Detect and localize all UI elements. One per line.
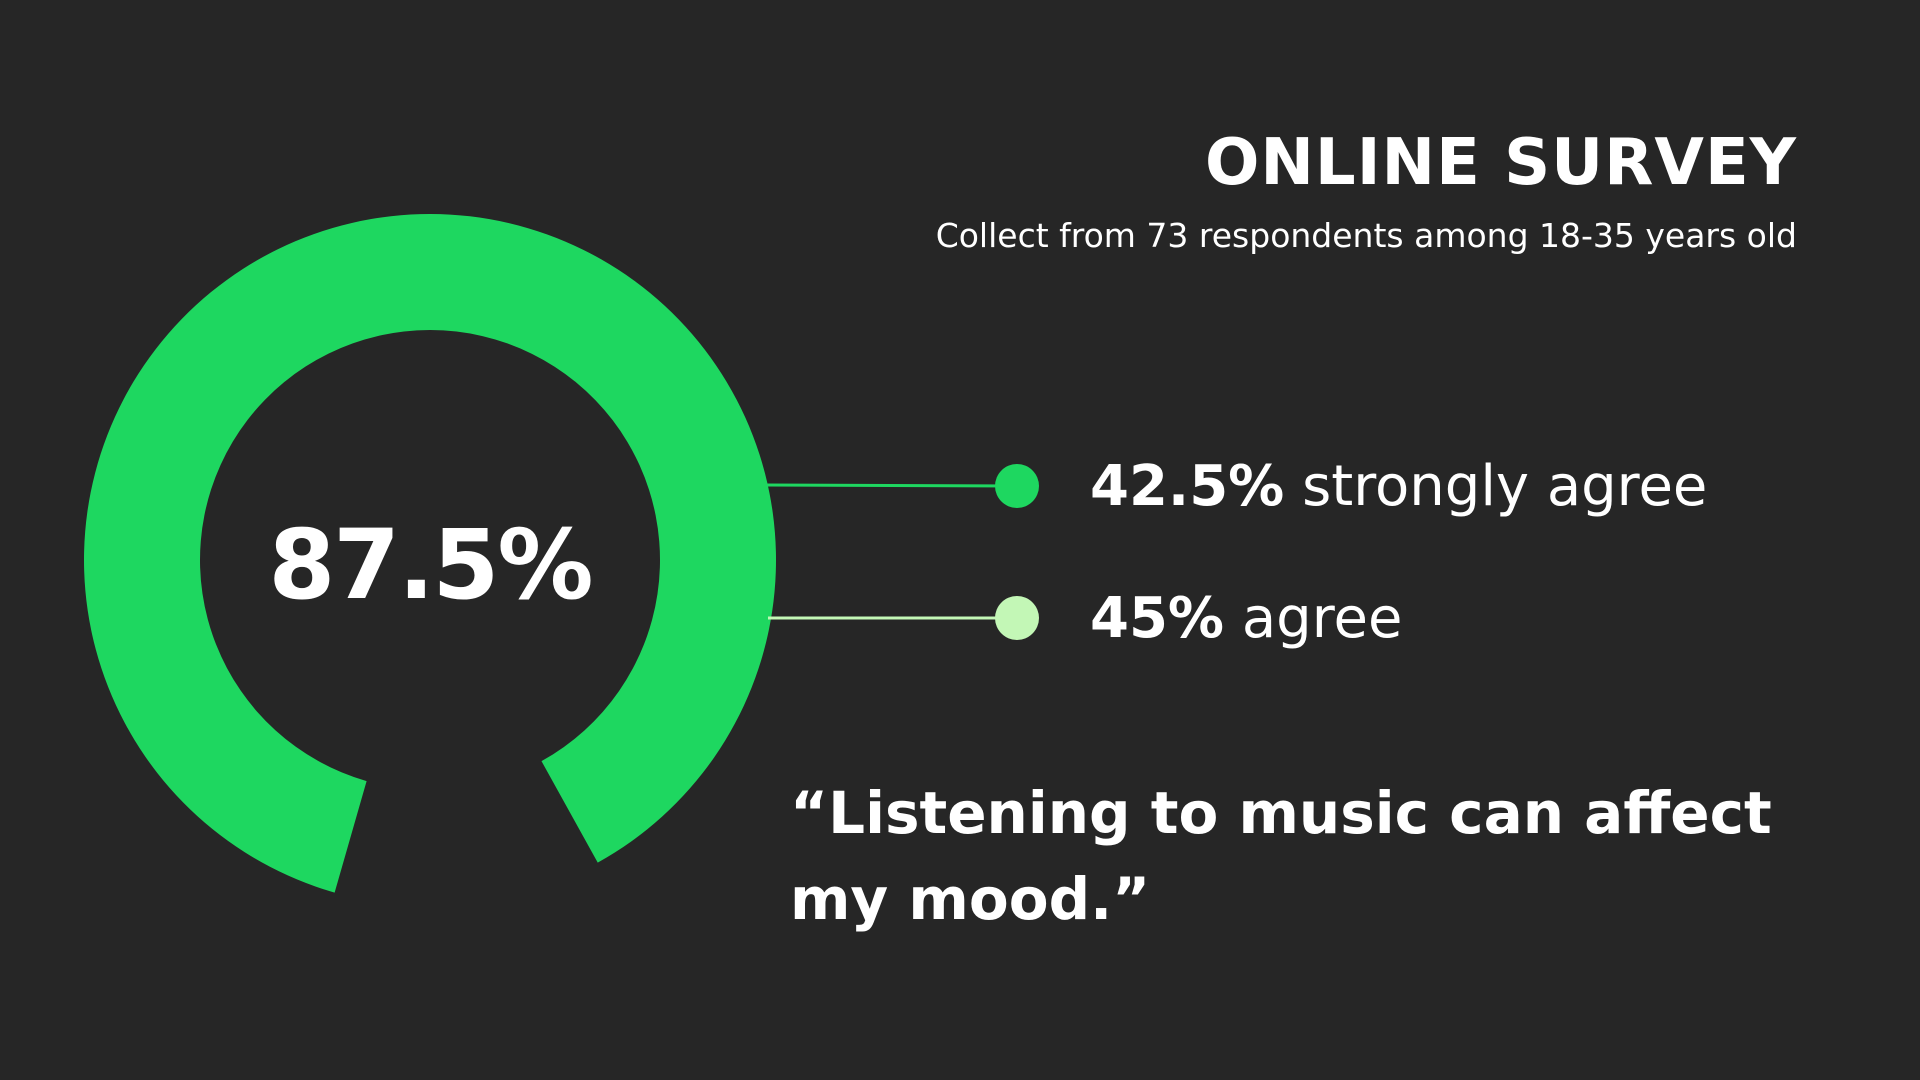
donut-center-value: 87.5%	[268, 509, 593, 621]
legend-label: agree	[1241, 586, 1403, 651]
legend-dot-agree	[995, 596, 1039, 640]
page-subtitle: Collect from 73 respondents among 18-35 …	[935, 216, 1797, 255]
legend-dot-strongly-agree	[995, 464, 1039, 508]
legend-item-strongly-agree: 42.5% strongly agree	[1090, 447, 1707, 527]
legend-value: 42.5%	[1090, 454, 1285, 519]
legend-label: strongly agree	[1302, 454, 1708, 519]
leader-line-strongly-agree	[765, 483, 1018, 488]
survey-quote: “Listening to music can affect my mood.”	[790, 779, 1772, 933]
page-title: ONLINE SURVEY	[1204, 126, 1797, 200]
legend-item-agree: 45% agree	[1090, 579, 1402, 659]
legend-value: 45%	[1090, 586, 1225, 651]
